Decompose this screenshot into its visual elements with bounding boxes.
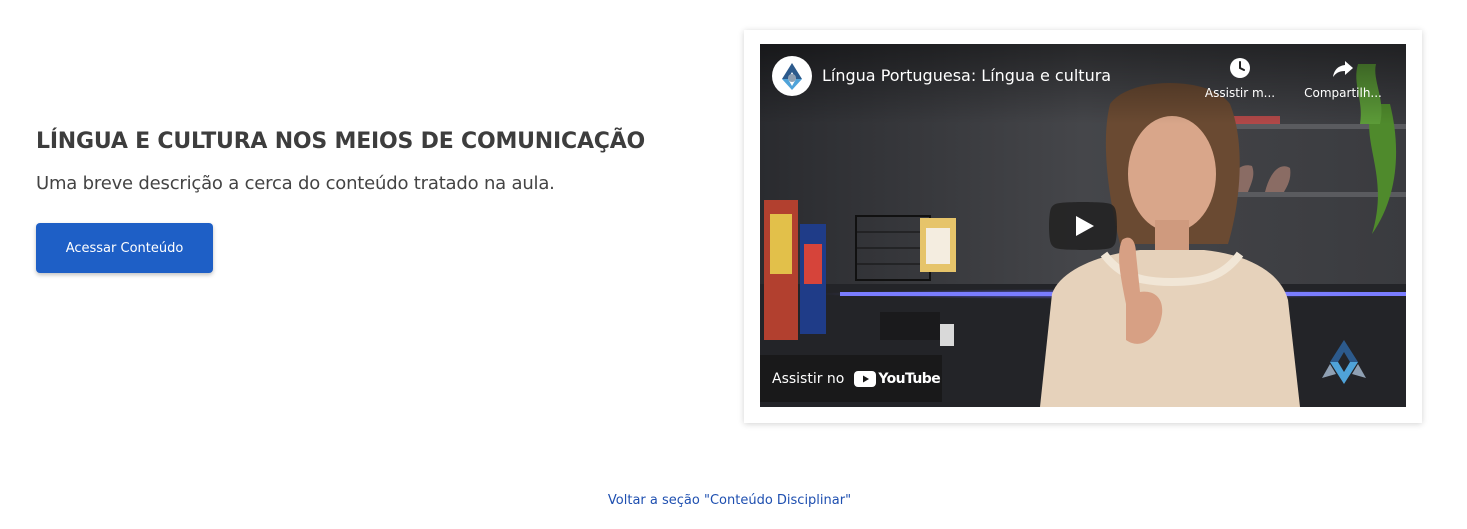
clock-icon [1230,58,1250,78]
youtube-logo: YouTube [854,370,941,387]
channel-logo-icon [782,63,802,90]
lesson-description: Uma breve descrição a cerca do conteúdo … [36,173,555,194]
youtube-logo-icon [854,370,877,387]
back-to-section-link[interactable]: Voltar a seção "Conteúdo Disciplinar" [0,493,1459,508]
share-arrow-icon [1333,61,1353,77]
share-label: Compartilh... [1304,86,1382,100]
watch-on-youtube-button[interactable]: Assistir no YouTube [760,355,942,402]
watch-later-label: Assistir m... [1204,86,1276,100]
access-content-button[interactable]: Acessar Conteúdo [36,223,213,273]
brand-logo-icon [1322,340,1366,384]
watch-on-label: Assistir no [772,370,845,387]
channel-avatar[interactable] [772,56,812,96]
play-icon[interactable] [1049,202,1117,250]
lesson-title: LÍNGUA E CULTURA NOS MEIOS DE COMUNICAÇÃ… [36,129,646,154]
video-title[interactable]: Língua Portuguesa: Língua e cultura [822,66,1111,85]
share-button[interactable]: Compartilh... [1300,56,1386,100]
youtube-embed[interactable]: Língua Portuguesa: Língua e cultura Assi… [760,44,1406,407]
video-card: Língua Portuguesa: Língua e cultura Assi… [744,30,1422,423]
watch-later-button[interactable]: Assistir m... [1200,56,1280,100]
youtube-wordmark: YouTube [878,370,941,387]
